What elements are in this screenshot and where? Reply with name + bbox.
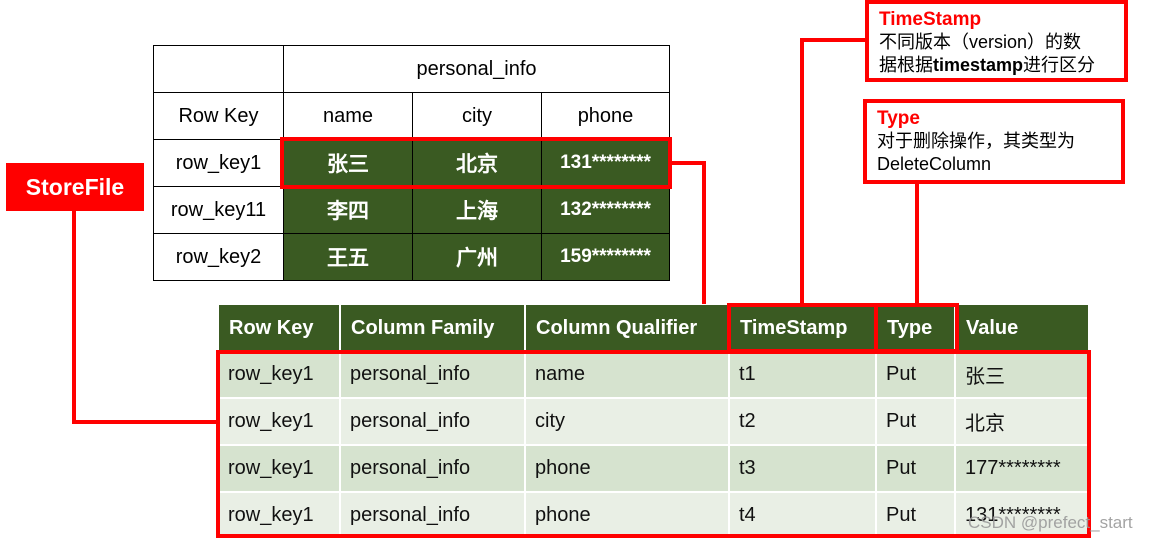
- watermark: CSDN @prefect_start: [968, 513, 1133, 532]
- timestamp-callout-line2-bold: timestamp: [933, 55, 1024, 75]
- logical-table-corner-cell: [153, 45, 284, 93]
- sf-cell-timestamp: t3: [730, 446, 877, 493]
- sf-cell-type: Put: [877, 493, 956, 540]
- header-name: name: [283, 92, 413, 140]
- sf-cell-row-key: row_key1: [219, 399, 341, 446]
- sf-cell-row-key: row_key1: [219, 493, 341, 540]
- sf-cell-column-qualifier: name: [526, 352, 730, 399]
- row-connector-vertical: [702, 161, 706, 304]
- header-city: city: [412, 92, 542, 140]
- sf-cell-column-qualifier: city: [526, 399, 730, 446]
- row-key-cell: row_key1: [153, 139, 284, 187]
- sf-cell-type: Put: [877, 352, 956, 399]
- sf-cell-column-family: personal_info: [341, 399, 526, 446]
- sf-cell-type: Put: [877, 399, 956, 446]
- storefile-connector-horizontal: [72, 420, 218, 424]
- column-family-header: personal_info: [283, 45, 670, 93]
- name-cell: 王五: [283, 233, 413, 281]
- type-callout-line2: DeleteColumn: [877, 154, 992, 174]
- timestamp-callout-line2: 据根据timestamp进行区分: [879, 54, 1114, 77]
- timestamp-callout-line2-post: 进行区分: [1023, 55, 1096, 75]
- type-connector-vertical: [915, 183, 919, 305]
- timestamp-callout: TimeStamp 不同版本（version）的数 据根据timestamp进行…: [865, 0, 1128, 82]
- sf-cell-column-family: personal_info: [341, 352, 526, 399]
- sf-header-column-qualifier: Column Qualifier: [526, 305, 730, 351]
- sf-header-column-family: Column Family: [341, 305, 526, 351]
- sf-header-timestamp: TimeStamp: [730, 305, 877, 351]
- storefile-label: StoreFile: [6, 163, 144, 211]
- sf-cell-row-key: row_key1: [219, 446, 341, 493]
- sf-cell-column-qualifier: phone: [526, 446, 730, 493]
- header-phone: phone: [541, 92, 670, 140]
- type-callout-line1: 对于删除操作，其类型为: [877, 131, 1075, 151]
- row-key-cell: row_key2: [153, 233, 284, 281]
- city-cell: 北京: [412, 139, 542, 187]
- sf-header-row-key: Row Key: [219, 305, 341, 351]
- sf-cell-value: 张三: [956, 352, 1088, 399]
- sf-cell-value: 177********: [956, 446, 1088, 493]
- storefile-connector-vertical: [72, 210, 76, 424]
- sf-header-value: Value: [956, 305, 1088, 351]
- phone-cell: 159********: [541, 233, 670, 281]
- city-cell: 广州: [412, 233, 542, 281]
- sf-cell-timestamp: t2: [730, 399, 877, 446]
- sf-cell-column-family: personal_info: [341, 493, 526, 540]
- sf-cell-value: 北京: [956, 399, 1088, 446]
- timestamp-callout-line2-pre: 据根据: [879, 55, 933, 75]
- row-connector-horizontal: [670, 161, 706, 165]
- phone-cell: 131********: [541, 139, 670, 187]
- timestamp-callout-title: TimeStamp: [879, 9, 982, 30]
- name-cell: 张三: [283, 139, 413, 187]
- header-row-key: Row Key: [153, 92, 284, 140]
- timestamp-connector-horizontal: [800, 38, 868, 42]
- row-key-cell: row_key11: [153, 186, 284, 234]
- timestamp-connector-vertical: [800, 38, 804, 305]
- sf-cell-row-key: row_key1: [219, 352, 341, 399]
- type-callout: Type 对于删除操作，其类型为 DeleteColumn: [863, 99, 1125, 184]
- sf-cell-column-family: personal_info: [341, 446, 526, 493]
- sf-cell-timestamp: t4: [730, 493, 877, 540]
- type-callout-title: Type: [877, 108, 920, 129]
- city-cell: 上海: [412, 186, 542, 234]
- sf-header-type: Type: [877, 305, 956, 351]
- sf-cell-column-qualifier: phone: [526, 493, 730, 540]
- name-cell: 李四: [283, 186, 413, 234]
- sf-cell-type: Put: [877, 446, 956, 493]
- phone-cell: 132********: [541, 186, 670, 234]
- sf-cell-timestamp: t1: [730, 352, 877, 399]
- timestamp-callout-line1: 不同版本（version）的数: [879, 32, 1082, 52]
